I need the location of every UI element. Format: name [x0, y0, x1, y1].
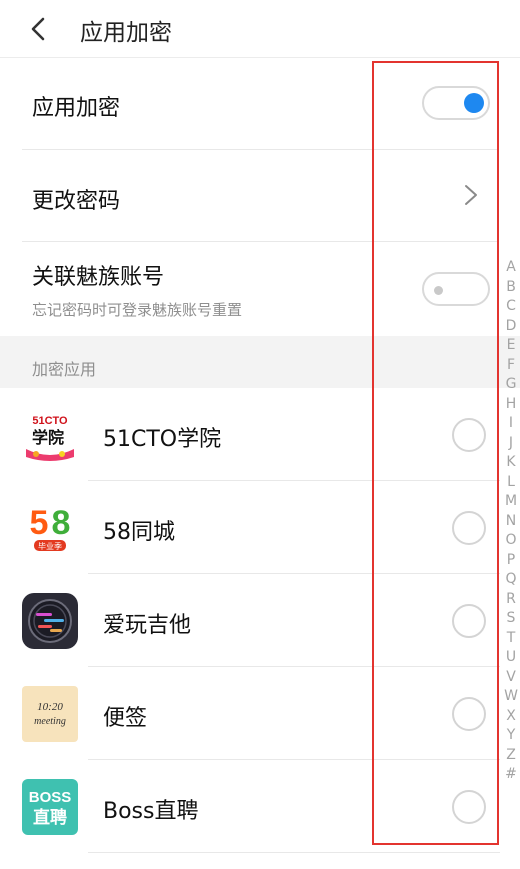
- app-name: 58同城: [103, 520, 175, 545]
- toggle-knob: [464, 93, 484, 113]
- select-radio[interactable]: [452, 697, 486, 731]
- guitar-icon: [22, 593, 78, 649]
- app-lock-toggle[interactable]: [422, 86, 490, 120]
- app-name: Boss直聘: [103, 799, 199, 824]
- svg-text:meeting: meeting: [34, 716, 66, 727]
- select-radio[interactable]: [452, 604, 486, 638]
- section-title: 加密应用: [32, 360, 97, 379]
- alphabet-index-letter[interactable]: E: [502, 336, 520, 356]
- link-account-subtitle: 忘记密码时可登录魅族账号重置: [32, 301, 243, 319]
- link-account-label: 关联魅族账号: [32, 265, 165, 290]
- alphabet-index-letter[interactable]: D: [502, 317, 520, 337]
- notes-icon: 10:20 meeting: [22, 686, 78, 742]
- 58-icon: 5 8 毕业季: [22, 500, 78, 556]
- alphabet-index-letter[interactable]: Y: [502, 726, 520, 746]
- divider: [88, 852, 500, 853]
- back-arrow-icon: [31, 17, 45, 41]
- app-name: 爱玩吉他: [103, 613, 192, 638]
- list-item[interactable]: 5 8 毕业季 58同城: [0, 481, 500, 574]
- svg-text:BOSS: BOSS: [29, 789, 72, 806]
- 51cto-icon: 51CTO 学院: [22, 407, 78, 463]
- alphabet-index-letter[interactable]: N: [502, 512, 520, 532]
- svg-text:51CTO: 51CTO: [32, 415, 68, 427]
- alphabet-index-letter[interactable]: J: [502, 434, 520, 454]
- list-item[interactable]: 10:20 meeting 便签: [0, 667, 500, 760]
- alphabet-index-letter[interactable]: V: [502, 668, 520, 688]
- alphabet-index-letter[interactable]: K: [502, 453, 520, 473]
- back-button[interactable]: [22, 12, 56, 46]
- page-title: 应用加密: [80, 20, 172, 46]
- alphabet-index-letter[interactable]: M: [502, 492, 520, 512]
- alphabet-index-letter[interactable]: W: [502, 687, 520, 707]
- alphabet-index-letter[interactable]: B: [502, 278, 520, 298]
- change-password-row[interactable]: 更改密码: [22, 150, 499, 242]
- app-name: 51CTO学院: [103, 427, 222, 452]
- svg-text:直聘: 直聘: [33, 807, 67, 828]
- list-item[interactable]: BOSS 直聘 Boss直聘: [0, 760, 500, 853]
- toggle-knob: [434, 286, 443, 295]
- svg-text:毕业季: 毕业季: [38, 541, 62, 551]
- link-account-toggle[interactable]: [422, 272, 490, 306]
- alphabet-index-letter[interactable]: G: [502, 375, 520, 395]
- alphabet-index-letter[interactable]: R: [502, 590, 520, 610]
- list-item[interactable]: 51CTO 学院 51CTO学院: [0, 388, 500, 481]
- svg-text:学院: 学院: [32, 428, 64, 447]
- chevron-right-icon: [465, 185, 477, 205]
- alphabet-index-letter[interactable]: O: [502, 531, 520, 551]
- select-radio[interactable]: [452, 790, 486, 824]
- alphabet-index-letter[interactable]: L: [502, 473, 520, 493]
- boss-icon: BOSS 直聘: [22, 779, 78, 835]
- alphabet-index-letter[interactable]: C: [502, 297, 520, 317]
- alphabet-index-letter[interactable]: P: [502, 551, 520, 571]
- alphabet-index-letter[interactable]: U: [502, 648, 520, 668]
- alphabet-index-letter[interactable]: Z: [502, 746, 520, 766]
- select-radio[interactable]: [452, 418, 486, 452]
- alphabet-index[interactable]: A B C D E F G H I J K L M N O P Q R S T U V W X Y Z #: [502, 258, 520, 785]
- app-lock-row[interactable]: 应用加密: [22, 58, 499, 150]
- section-header: 加密应用: [0, 336, 520, 388]
- title-bar: 应用加密: [0, 0, 520, 58]
- alphabet-index-letter[interactable]: S: [502, 609, 520, 629]
- alphabet-index-letter[interactable]: #: [502, 765, 520, 785]
- svg-text:10:20: 10:20: [37, 701, 63, 713]
- svg-text:8: 8: [52, 504, 71, 542]
- alphabet-index-letter[interactable]: H: [502, 395, 520, 415]
- alphabet-index-letter[interactable]: I: [502, 414, 520, 434]
- app-name: 便签: [103, 706, 148, 731]
- alphabet-index-letter[interactable]: F: [502, 356, 520, 376]
- alphabet-index-letter[interactable]: Q: [502, 570, 520, 590]
- svg-text:5: 5: [30, 504, 49, 542]
- list-item[interactable]: 爱玩吉他: [0, 574, 500, 667]
- alphabet-index-letter[interactable]: T: [502, 629, 520, 649]
- app-lock-label: 应用加密: [32, 96, 121, 121]
- alphabet-index-letter[interactable]: X: [502, 707, 520, 727]
- change-password-label: 更改密码: [32, 189, 121, 214]
- link-account-row[interactable]: 关联魅族账号 忘记密码时可登录魅族账号重置: [22, 242, 499, 336]
- select-radio[interactable]: [452, 511, 486, 545]
- alphabet-index-letter[interactable]: A: [502, 258, 520, 278]
